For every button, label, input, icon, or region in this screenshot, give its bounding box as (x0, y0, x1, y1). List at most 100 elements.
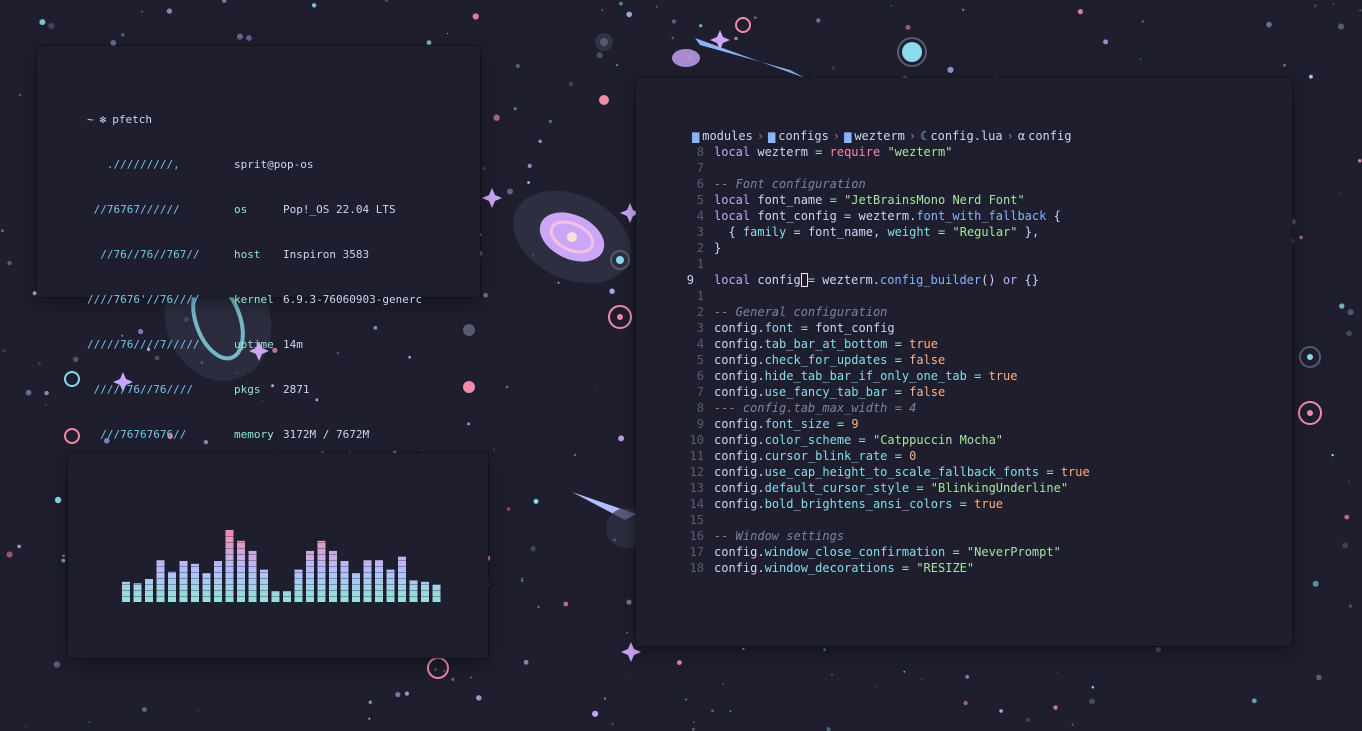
star-dot (384, 0, 389, 2)
code-line[interactable]: 8 local wezterm = require "wezterm" (636, 144, 1292, 160)
star-dot (691, 727, 695, 731)
visualizer-bar-segment (317, 590, 326, 591)
visualizer-bar-segment (329, 560, 337, 561)
code-token: = (836, 417, 845, 431)
code-line[interactable]: 15 (636, 512, 1292, 528)
visualizer-bar-segment (248, 578, 257, 579)
comet-icon (672, 38, 805, 78)
star-dot (530, 546, 536, 552)
code-line[interactable]: 8 --- config.tab_max_width = 4 (636, 400, 1292, 416)
breadcrumb-item[interactable]: config (1028, 129, 1071, 143)
line-number: 6 (696, 177, 704, 191)
code-line[interactable]: 4 local font_config = wezterm.font_with_f… (636, 208, 1292, 224)
star-dot (1089, 698, 1095, 705)
visualizer-bar-segment (260, 572, 268, 573)
code-line[interactable]: 6 config.hide_tab_bar_if_only_one_tab = t… (636, 368, 1292, 384)
code-line[interactable]: 7 (636, 160, 1292, 176)
star-dot (110, 40, 117, 46)
code-line[interactable]: 1 (636, 288, 1292, 304)
visualizer-bar-segment (352, 590, 360, 591)
code-line[interactable]: 7 config.use_fancy_tab_bar = false (636, 384, 1292, 400)
breadcrumb-item[interactable]: wezterm (854, 129, 905, 143)
code-line[interactable]: 11 config.cursor_blink_rate = 0 (636, 448, 1292, 464)
visualizer-bar-segment (237, 578, 245, 579)
visualizer-bar-segment (363, 566, 372, 567)
code-buffer[interactable]: 8 local wezterm = require "wezterm" 7 6 -- F… (636, 144, 1292, 576)
star-dot (472, 13, 479, 20)
star-dot (699, 24, 703, 28)
star-dot (609, 288, 615, 294)
code-line[interactable]: 10 config.color_scheme = "Catppuccin Moch… (636, 432, 1292, 448)
code-token: { (714, 225, 743, 239)
code-line[interactable]: 3 { family = font_name, weight = "Regula… (636, 224, 1292, 240)
code-line[interactable]: 9 config.font_size = 9 (636, 416, 1292, 432)
code-line[interactable]: 13 config.default_cursor_style = "Blinkin… (636, 480, 1292, 496)
code-token: = (959, 497, 967, 511)
breadcrumb-item[interactable]: modules (702, 129, 753, 143)
pfetch-terminal-window[interactable]: ~ ✻ pfetch ./////////, //76767////// //7… (37, 46, 480, 486)
star-dot (1359, 9, 1361, 12)
star-dot (1071, 723, 1074, 726)
breadcrumb-item[interactable]: configs (778, 129, 829, 143)
star-dot (823, 648, 826, 651)
code-line[interactable]: 2 -- General configuration (636, 304, 1292, 320)
code-line[interactable]: 12 config.use_cap_height_to_scale_fallbac… (636, 464, 1292, 480)
visualizer-bar-segment (421, 584, 429, 585)
code-line[interactable]: 6 -- Font configuration (636, 176, 1292, 192)
code-token: = (916, 481, 924, 495)
code-line[interactable]: 1 (636, 256, 1292, 272)
visualizer-bar-segment (375, 590, 383, 591)
line-text: config.use_cap_height_to_scale_fallback_… (714, 464, 1090, 480)
code-line[interactable]: 4 config.tab_bar_at_bottom = true (636, 336, 1292, 352)
code-line[interactable]: 2} (636, 240, 1292, 256)
code-line[interactable]: 14 config.bold_brightens_ansi_colors = tr… (636, 496, 1292, 512)
info-key: os (234, 203, 248, 216)
code-line[interactable]: 3 config.font = font_config (636, 320, 1292, 336)
visualizer-bar-segment (202, 578, 211, 579)
code-editor-window[interactable]: ▆ modules › ▆ configs › ▆ wezterm › ☾ config.lu… (636, 78, 1292, 646)
visualizer-bar-segment (329, 584, 337, 585)
star-dot (830, 673, 834, 676)
visualizer-bar-segment (375, 572, 383, 573)
visualizer-bar-segment (168, 590, 176, 591)
breadcrumb-item[interactable]: config.lua (930, 129, 1002, 143)
line-text: config.default_cursor_style = "BlinkingU… (714, 480, 1068, 496)
visualizer-bar-segment (225, 590, 234, 591)
line-number: 9 (686, 273, 694, 287)
code-token: hide_tab_bar_if_only_one_tab (764, 369, 967, 383)
audio-visualizer-window[interactable] (68, 453, 488, 658)
visualizer-bar-segment (375, 596, 383, 597)
visualizer-bar (294, 569, 303, 602)
star-dot (62, 554, 65, 558)
line-text: config.window_close_confirmation = "Neve… (714, 544, 1061, 560)
code-token: use_fancy_tab_bar (764, 385, 888, 399)
star-dot (875, 685, 878, 688)
code-line[interactable]: 17 config.window_close_confirmation = "Ne… (636, 544, 1292, 560)
visualizer-bar-segment (386, 596, 395, 597)
star-dot (1155, 647, 1162, 653)
visualizer-bar-segment (145, 584, 153, 585)
info-key: pkgs (234, 383, 261, 396)
visualizer-bar-segment (363, 584, 372, 585)
line-text: config.font_size = 9 (714, 416, 859, 432)
code-line[interactable]: 18 config.window_decorations = "RESIZE" (636, 560, 1292, 576)
code-token: config. (714, 417, 765, 431)
visualizer-bar-segment (329, 572, 337, 573)
visualizer-bar-segment (248, 596, 257, 597)
star-dot (623, 677, 626, 679)
star-dot (655, 5, 658, 8)
folder-icon: ▆ (768, 128, 776, 143)
visualizer-bar-segment (214, 572, 222, 573)
info-value: 2871 (283, 383, 310, 396)
visualizer-bar-segment (260, 578, 268, 579)
star-dot (903, 670, 906, 673)
code-line[interactable]: 16 -- Window settings (636, 528, 1292, 544)
code-line[interactable]: 9 local config = wezterm.config_builder() … (636, 272, 1292, 288)
visualizer-bar-segment (191, 572, 199, 573)
code-token: = (829, 193, 837, 207)
code-line[interactable]: 5 config.check_for_updates = false (636, 352, 1292, 368)
code-line[interactable]: 5 local font_name = "JetBrainsMono Nerd F… (636, 192, 1292, 208)
